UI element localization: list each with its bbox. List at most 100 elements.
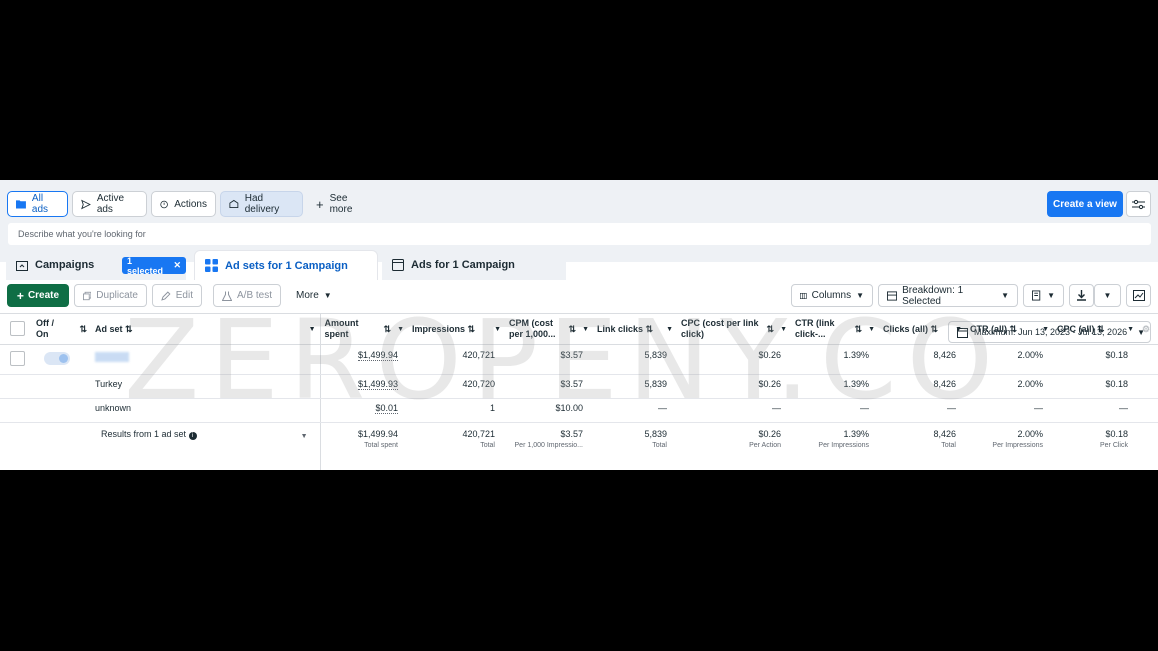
create-button[interactable]: + Create xyxy=(7,284,69,307)
total-ctr-link-sub: Per Impressions xyxy=(818,442,869,449)
table-row[interactable]: $1,499.94 420,721 $3.57 5,839 $0.26 1.39… xyxy=(0,344,1158,375)
ad-sets-table: Off / On ⇅ Ad set ⇅ ▼ Amount spent ⇅ ▼ Impre… xyxy=(0,313,1158,470)
tab-ads[interactable]: Ads for 1 Campaign xyxy=(382,250,566,280)
filter-actions[interactable]: Actions xyxy=(151,191,216,217)
customize-button[interactable] xyxy=(1126,191,1151,217)
sort-icon[interactable]: ⇅ xyxy=(767,324,775,335)
caret-down-icon[interactable]: ▼ xyxy=(955,324,962,335)
duplicate-icon xyxy=(83,291,92,300)
ads-manager-screen: All ads Active ads Actions Had delivery … xyxy=(0,180,1158,470)
row-checkbox[interactable] xyxy=(10,351,25,366)
col-link-clicks-label: Link clicks xyxy=(597,323,644,334)
cpm-value: $3.57 xyxy=(505,374,593,399)
more-button[interactable]: More ▼ xyxy=(288,284,336,307)
link-clicks-value: — xyxy=(593,398,677,423)
sort-icon[interactable]: ⇅ xyxy=(125,324,133,334)
col-adset-label: Ad set xyxy=(95,323,123,334)
tab-ad-sets-label: Ad sets for 1 Campaign xyxy=(225,259,348,272)
col-ctr-all[interactable]: CTR (all) ⇅ ▼ xyxy=(966,313,1053,345)
cpm-value: $10.00 xyxy=(505,398,593,423)
col-cpc-link-label: CPC (cost per link click) xyxy=(681,318,759,339)
caret-down-icon[interactable]: ▼ xyxy=(1042,324,1049,335)
col-amount-label: Amount spent xyxy=(324,318,359,339)
sort-icon[interactable]: ⇅ xyxy=(468,324,476,334)
settings-icon[interactable]: ⚙ xyxy=(1142,324,1150,334)
sort-icon[interactable]: ⇅ xyxy=(646,324,654,334)
col-offon[interactable]: Off / On ⇅ xyxy=(32,313,91,345)
col-cpc-all-label: CPC (all) xyxy=(1057,323,1095,334)
info-icon[interactable]: i xyxy=(188,432,197,440)
charts-button[interactable] xyxy=(1126,284,1151,307)
ab-test-button[interactable]: A/B test xyxy=(213,284,281,307)
delivery-toggle[interactable] xyxy=(44,352,70,365)
caret-down-icon[interactable]: ▼ xyxy=(397,324,404,335)
caret-down-icon[interactable]: ▼ xyxy=(868,324,875,335)
breakdown-button[interactable]: Breakdown: 1 Selected ▼ xyxy=(878,284,1018,307)
col-settings[interactable]: ⚙ xyxy=(1138,313,1158,345)
col-ctr-link[interactable]: CTR (link click-... ⇅ ▼ xyxy=(791,313,879,345)
caret-down-icon[interactable]: ▼ xyxy=(780,324,787,335)
caret-down-icon[interactable]: ▼ xyxy=(1127,324,1134,335)
total-amount: $1,499.94 xyxy=(357,429,398,439)
ad-icon xyxy=(392,259,404,271)
export-menu-button[interactable]: ▼ xyxy=(1094,284,1121,307)
sort-icon[interactable]: ⇅ xyxy=(569,324,577,335)
see-more-button[interactable]: + See more xyxy=(308,191,378,217)
table-row[interactable]: Turkey $1,499.93 420,720 $3.57 5,839 $0.… xyxy=(0,374,1158,399)
sort-icon[interactable]: ⇅ xyxy=(931,324,939,334)
caret-down-icon[interactable]: ▼ xyxy=(301,433,308,440)
impressions-value: 420,720 xyxy=(408,374,505,399)
caret-down-icon[interactable]: ▼ xyxy=(666,324,673,335)
caret-down-icon[interactable]: ▼ xyxy=(582,324,589,335)
duplicate-button[interactable]: Duplicate xyxy=(74,284,147,307)
select-all-cell xyxy=(0,313,32,345)
tab-campaigns[interactable]: Campaigns 1 selected ✕ xyxy=(6,250,186,280)
create-view-button[interactable]: Create a view xyxy=(1047,191,1123,217)
table-header-row: Off / On ⇅ Ad set ⇅ ▼ Amount spent ⇅ ▼ Impre… xyxy=(0,313,1158,345)
sort-icon[interactable]: ⇅ xyxy=(1097,324,1105,334)
caret-down-icon[interactable]: ▼ xyxy=(309,324,316,335)
tab-ad-sets[interactable]: Ad sets for 1 Campaign xyxy=(194,250,378,280)
total-impressions-sub: Total xyxy=(480,442,495,449)
col-cpm[interactable]: CPM (cost per 1,000... ⇅ ▼ xyxy=(505,313,593,345)
ctr-link-value: 1.39% xyxy=(791,344,879,375)
folder-icon xyxy=(16,260,28,271)
sort-icon[interactable]: ⇅ xyxy=(384,324,392,335)
col-cpm-label: CPM (cost per 1,000... xyxy=(509,318,556,339)
selected-chip[interactable]: 1 selected ✕ xyxy=(122,256,186,276)
col-amount[interactable]: Amount spent ⇅ ▼ xyxy=(319,313,408,345)
breakdown-label: Breakdown: 1 Selected xyxy=(902,284,964,307)
total-link-clicks-sub: Total xyxy=(652,442,667,449)
columns-button[interactable]: Columns ▼ xyxy=(791,284,873,307)
col-impressions[interactable]: Impressions ⇅ ▼ xyxy=(408,313,505,345)
reports-button[interactable]: ▼ xyxy=(1023,284,1064,307)
select-all-checkbox[interactable] xyxy=(10,320,25,336)
sort-icon[interactable]: ⇅ xyxy=(1010,324,1018,334)
edit-button[interactable]: Edit xyxy=(152,284,202,307)
export-button[interactable] xyxy=(1069,284,1094,307)
filter-active-ads-label: Active ads xyxy=(96,193,125,215)
table-row[interactable]: unknown $0.01 1 $10.00 — — — — — — xyxy=(0,398,1158,423)
sort-icon[interactable]: ⇅ xyxy=(855,324,863,335)
total-ctr-link: 1.39% xyxy=(843,429,869,439)
col-adset[interactable]: Ad set ⇅ ▼ xyxy=(91,313,320,345)
col-link-clicks[interactable]: Link clicks ⇅ ▼ xyxy=(593,313,677,345)
col-cpc-link[interactable]: CPC (cost per link click) ⇅ ▼ xyxy=(677,313,791,345)
amount-value: $1,499.93 xyxy=(357,379,398,390)
search-input[interactable]: Describe what you're looking for xyxy=(8,223,1151,245)
ad-set-name-redacted[interactable] xyxy=(95,352,129,362)
caret-down-icon: ▼ xyxy=(1047,291,1055,300)
close-icon[interactable]: ✕ xyxy=(173,260,181,271)
col-clicks-all[interactable]: Clicks (all) ⇅ ▼ xyxy=(879,313,966,345)
filter-active-ads[interactable]: Active ads xyxy=(72,191,147,217)
cpc-all-value: $0.18 xyxy=(1053,344,1138,375)
filter-had-delivery[interactable]: Had delivery xyxy=(220,191,303,217)
row-name-cell[interactable] xyxy=(91,344,320,375)
total-cpc-link: $0.26 xyxy=(758,429,781,439)
caret-down-icon[interactable]: ▼ xyxy=(494,324,501,335)
col-cpc-all[interactable]: CPC (all) ⇅ ▼ xyxy=(1053,313,1138,345)
sort-icon[interactable]: ⇅ xyxy=(79,324,87,335)
filter-all-ads[interactable]: All ads xyxy=(7,191,68,217)
impressions-value: 420,721 xyxy=(408,344,505,375)
see-more-label: See more xyxy=(329,193,353,215)
